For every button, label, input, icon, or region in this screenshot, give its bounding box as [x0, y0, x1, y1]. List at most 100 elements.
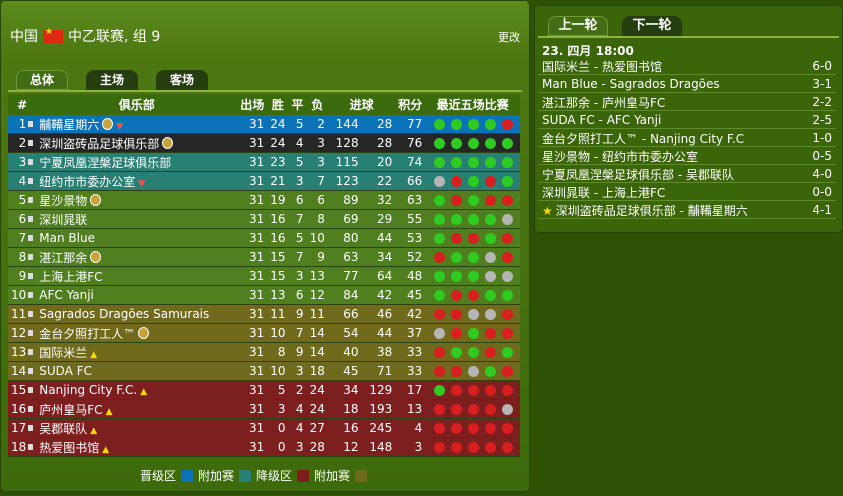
- win-dot-icon[interactable]: [502, 346, 514, 358]
- match-score[interactable]: 2-2: [812, 95, 836, 109]
- club-cell[interactable]: AFC Yanji: [36, 285, 238, 305]
- loss-dot-icon[interactable]: [434, 308, 446, 320]
- previous-round-tab[interactable]: 上一轮: [548, 16, 608, 36]
- col-played[interactable]: 出场: [237, 94, 268, 115]
- club-cell[interactable]: Nanjing City F.C. ▲: [36, 380, 238, 400]
- loss-dot-icon[interactable]: [451, 194, 463, 206]
- win-dot-icon[interactable]: [468, 156, 480, 168]
- loss-dot-icon[interactable]: [468, 422, 480, 434]
- table-row[interactable]: 16 庐州皇马FC ▲ 31 3 4 24 18 193 13: [8, 399, 520, 419]
- match-teams[interactable]: 国际米兰 - 热爱图书馆: [542, 60, 662, 74]
- win-dot-icon[interactable]: [451, 156, 463, 168]
- loss-dot-icon[interactable]: [451, 441, 463, 453]
- match-score[interactable]: 0-0: [812, 185, 836, 199]
- match-row[interactable]: 湛江那余 - 庐州皇马FC 2-2: [538, 94, 836, 111]
- win-dot-icon[interactable]: [485, 289, 497, 301]
- match-teams[interactable]: 金台夕照打工人™ - Nanjing City F.C: [542, 132, 744, 146]
- club-cell[interactable]: 湛江那余: [36, 247, 238, 267]
- win-dot-icon[interactable]: [468, 118, 480, 130]
- loss-dot-icon[interactable]: [468, 441, 480, 453]
- loss-dot-icon[interactable]: [502, 232, 514, 244]
- table-row[interactable]: 12 金台夕照打工人™ 31 10 7 14 54 44 37: [8, 323, 520, 343]
- table-row[interactable]: 5 星沙景物 31 19 6 6 89 32 63: [8, 190, 520, 210]
- match-teams[interactable]: Man Blue - Sagrados Dragões: [542, 77, 720, 91]
- club-name[interactable]: Man Blue: [39, 231, 95, 245]
- loss-dot-icon[interactable]: [468, 289, 480, 301]
- col-goals[interactable]: 进球: [327, 94, 396, 115]
- club-name[interactable]: 上海上港FC: [39, 270, 102, 284]
- table-row[interactable]: 15 Nanjing City F.C. ▲ 31 5 2 24 34 129 17: [8, 380, 520, 400]
- match-row[interactable]: Man Blue - Sagrados Dragões 3-1: [538, 76, 836, 93]
- club-cell[interactable]: Man Blue: [36, 228, 238, 248]
- table-row[interactable]: 18 热爱图书馆 ▲ 31 0 3 28 12 148 3: [8, 437, 520, 457]
- club-name[interactable]: 深圳盗砖品足球俱乐部: [39, 137, 159, 151]
- loss-dot-icon[interactable]: [485, 403, 497, 415]
- win-dot-icon[interactable]: [434, 270, 446, 282]
- win-dot-icon[interactable]: [434, 289, 446, 301]
- club-name[interactable]: Nanjing City F.C.: [39, 383, 137, 397]
- table-row[interactable]: 9 上海上港FC 31 15 3 13 77 64 48: [8, 266, 520, 286]
- draw-dot-icon[interactable]: [434, 175, 446, 187]
- loss-dot-icon[interactable]: [434, 422, 446, 434]
- match-row[interactable]: ★ 深圳盗砖品足球俱乐部 - 黼鞴星期六 4-1: [538, 202, 836, 219]
- tab-home[interactable]: 主场: [86, 70, 138, 90]
- table-row[interactable]: 10 AFC Yanji 31 13 6 12 84 42 45: [8, 285, 520, 305]
- match-teams[interactable]: 深圳盗砖品足球俱乐部 - 黼鞴星期六: [556, 204, 748, 218]
- tab-away[interactable]: 客场: [156, 70, 208, 90]
- table-row[interactable]: 4 纽约市市委办公室 ▼ 31 21 3 7 123 22 66: [8, 171, 520, 191]
- win-dot-icon[interactable]: [485, 156, 497, 168]
- club-cell[interactable]: 上海上港FC: [36, 266, 238, 286]
- loss-dot-icon[interactable]: [434, 346, 446, 358]
- win-dot-icon[interactable]: [451, 137, 463, 149]
- club-cell[interactable]: 黼鞴星期六 ▼: [36, 115, 238, 134]
- table-row[interactable]: 17 吴郡联队 ▲ 31 0 4 27 16 245 4: [8, 418, 520, 438]
- loss-dot-icon[interactable]: [502, 308, 514, 320]
- col-lost[interactable]: 负: [306, 94, 328, 115]
- loss-dot-icon[interactable]: [502, 194, 514, 206]
- loss-dot-icon[interactable]: [485, 194, 497, 206]
- loss-dot-icon[interactable]: [451, 232, 463, 244]
- win-dot-icon[interactable]: [485, 213, 497, 225]
- club-cell[interactable]: 纽约市市委办公室 ▼: [36, 171, 238, 191]
- win-dot-icon[interactable]: [468, 194, 480, 206]
- match-teams[interactable]: 宁夏凤凰涅槃足球俱乐部 - 吴郡联队: [542, 168, 734, 182]
- table-row[interactable]: 6 深圳晁联 31 16 7 8 69 29 55: [8, 209, 520, 229]
- loss-dot-icon[interactable]: [451, 289, 463, 301]
- loss-dot-icon[interactable]: [502, 365, 514, 377]
- win-dot-icon[interactable]: [468, 137, 480, 149]
- match-row[interactable]: 深圳晁联 - 上海上港FC 0-0: [538, 184, 836, 201]
- loss-dot-icon[interactable]: [468, 232, 480, 244]
- win-dot-icon[interactable]: [485, 232, 497, 244]
- table-row[interactable]: 2 深圳盗砖品足球俱乐部 31 24 4 3 128 28 76: [8, 133, 520, 153]
- club-name[interactable]: 国际米兰: [39, 346, 87, 360]
- loss-dot-icon[interactable]: [485, 384, 497, 396]
- club-name[interactable]: 黼鞴星期六: [39, 118, 99, 132]
- draw-dot-icon[interactable]: [502, 270, 514, 282]
- table-row[interactable]: 1 黼鞴星期六 ▼ 31 24 5 2 144 28 77: [8, 115, 520, 134]
- match-teams[interactable]: 星沙景物 - 纽约市市委办公室: [542, 150, 698, 164]
- loss-dot-icon[interactable]: [451, 403, 463, 415]
- match-row[interactable]: 金台夕照打工人™ - Nanjing City F.C 1-0: [538, 130, 836, 147]
- loss-dot-icon[interactable]: [434, 365, 446, 377]
- club-cell[interactable]: 国际米兰 ▲: [36, 342, 238, 362]
- club-name[interactable]: 湛江那余: [39, 251, 87, 265]
- loss-dot-icon[interactable]: [502, 384, 514, 396]
- draw-dot-icon[interactable]: [468, 365, 480, 377]
- match-teams[interactable]: 湛江那余 - 庐州皇马FC: [542, 96, 665, 110]
- draw-dot-icon[interactable]: [468, 308, 480, 320]
- loss-dot-icon[interactable]: [434, 441, 446, 453]
- win-dot-icon[interactable]: [468, 327, 480, 339]
- match-score[interactable]: 4-1: [812, 203, 836, 217]
- win-dot-icon[interactable]: [451, 346, 463, 358]
- club-cell[interactable]: 宁夏凤凰涅槃足球俱乐部: [36, 152, 238, 172]
- win-dot-icon[interactable]: [485, 365, 497, 377]
- loss-dot-icon[interactable]: [502, 441, 514, 453]
- win-dot-icon[interactable]: [451, 118, 463, 130]
- match-row[interactable]: 星沙景物 - 纽约市市委办公室 0-5: [538, 148, 836, 165]
- club-name[interactable]: 庐州皇马FC: [39, 403, 102, 417]
- club-name[interactable]: 深圳晁联: [39, 213, 87, 227]
- loss-dot-icon[interactable]: [451, 365, 463, 377]
- loss-dot-icon[interactable]: [434, 251, 446, 263]
- win-dot-icon[interactable]: [468, 251, 480, 263]
- club-name[interactable]: SUDA FC: [39, 364, 92, 378]
